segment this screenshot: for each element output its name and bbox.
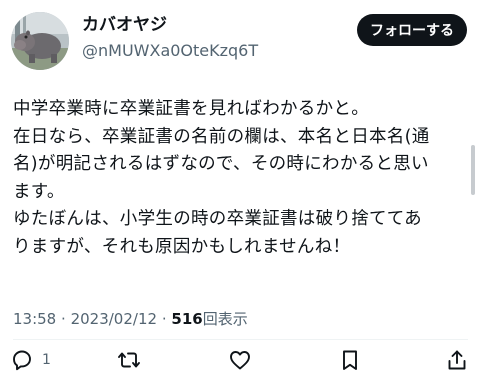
bookmark-button[interactable] (338, 345, 362, 375)
tweet-meta: 13:58 · 2023/02/12 · 516回表示 (13, 309, 248, 329)
tweet-time[interactable]: 13:58 (13, 310, 56, 328)
divider (13, 339, 468, 340)
tweet: カバオヤジ @nMUWXa0OteKzq6T フォローする 中学卒業時に卒業証書… (0, 0, 480, 381)
action-bar: 1 (0, 345, 480, 375)
reply-count: 1 (42, 352, 51, 368)
meta-separator: · (161, 310, 167, 328)
share-button[interactable] (445, 345, 469, 375)
reply-button[interactable]: 1 (10, 345, 51, 375)
reply-icon (13, 350, 31, 371)
user-handle[interactable]: @nMUWXa0OteKzq6T (82, 40, 258, 62)
tweet-line: りますが、それも原因かもしれませんね！ (13, 236, 351, 257)
heart-icon (230, 351, 250, 370)
follow-button[interactable]: フォローする (357, 14, 467, 46)
retweet-icon (118, 352, 140, 368)
share-icon (448, 350, 466, 370)
avatar[interactable] (11, 12, 69, 70)
tweet-text: 中学卒業時に卒業証書を見ればわかるかと。 在日なら、卒業証書の名前の欄は、本名と… (13, 96, 469, 261)
display-name[interactable]: カバオヤジ (82, 14, 167, 36)
tweet-line: 中学卒業時に卒業証書を見ればわかるかと。 (13, 99, 369, 119)
tweet-date[interactable]: 2023/02/12 (71, 310, 157, 328)
like-button[interactable] (228, 345, 252, 375)
views-label: 回表示 (202, 310, 248, 328)
retweet-button[interactable] (117, 345, 141, 375)
meta-separator: · (61, 310, 66, 328)
bookmark-icon (343, 350, 357, 370)
tweet-line: 在日なら、卒業証書の名前の欄は、本名と日本名(通 (13, 126, 430, 147)
scrollbar[interactable] (471, 145, 475, 195)
tweet-line: 名)が明記されるはずなので、その時にわかると思い (13, 154, 429, 174)
tweet-line: ゆたぼんは、小学生の時の卒業証書は破り捨ててあ (13, 209, 422, 229)
hippo-avatar-image (11, 12, 69, 70)
tweet-line: ます。 (13, 181, 65, 202)
views-count: 516 (171, 310, 203, 328)
